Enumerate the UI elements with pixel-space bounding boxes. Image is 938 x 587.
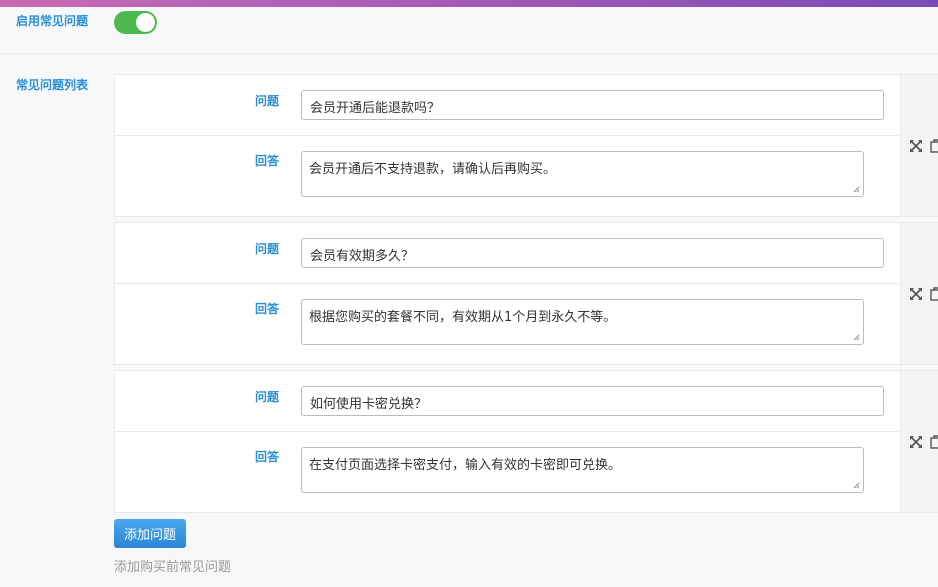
answer-label: 回答 <box>255 154 280 168</box>
faq-item: 问题 会员开通后能退款吗？ 回答 会员开通后不支持退款，请确认后再购买。 <box>114 74 938 217</box>
add-question-hint: 添加购买前常见问题 <box>114 560 232 575</box>
answer-label: 回答 <box>255 302 280 316</box>
question-input[interactable]: 如何使用卡密兑换？ <box>301 386 884 416</box>
question-input[interactable]: 会员有效期多久？ <box>301 238 884 268</box>
resize-grip-icon[interactable] <box>853 186 860 193</box>
toggle-knob <box>136 13 155 32</box>
copy-icon[interactable] <box>930 287 938 301</box>
add-question-button[interactable]: 添加问题 <box>114 519 186 548</box>
expand-icon[interactable] <box>909 435 923 449</box>
item-tools <box>900 223 938 364</box>
item-tools <box>900 371 938 512</box>
enable-faq-label: 启用常见问题 <box>16 14 89 28</box>
enable-faq-toggle[interactable] <box>114 11 157 34</box>
expand-icon[interactable] <box>909 139 923 153</box>
copy-icon[interactable] <box>930 435 938 449</box>
question-input[interactable]: 会员开通后能退款吗？ <box>301 90 884 120</box>
answer-textarea[interactable]: 在支付页面选择卡密支付，输入有效的卡密即可兑换。 <box>301 447 864 493</box>
top-gradient-bar <box>0 0 938 7</box>
item-tools <box>900 75 938 216</box>
row-divider <box>115 135 900 136</box>
answer-text: 在支付页面选择卡密支付，输入有效的卡密即可兑换。 <box>309 458 622 473</box>
faq-item: 问题 会员有效期多久？ 回答 根据您购买的套餐不同，有效期从1个月到永久不等。 <box>114 222 938 365</box>
resize-grip-icon[interactable] <box>853 482 860 489</box>
divider <box>0 53 938 54</box>
row-divider <box>115 431 900 432</box>
answer-text: 根据您购买的套餐不同，有效期从1个月到永久不等。 <box>309 310 617 325</box>
question-label: 问题 <box>255 390 280 404</box>
answer-textarea[interactable]: 会员开通后不支持退款，请确认后再购买。 <box>301 151 864 197</box>
row-divider <box>115 283 900 284</box>
copy-icon[interactable] <box>930 139 938 153</box>
faq-item: 问题 如何使用卡密兑换？ 回答 在支付页面选择卡密支付，输入有效的卡密即可兑换。 <box>114 370 938 513</box>
answer-text: 会员开通后不支持退款，请确认后再购买。 <box>309 162 557 177</box>
resize-grip-icon[interactable] <box>853 334 860 341</box>
faq-list-label: 常见问题列表 <box>16 78 89 92</box>
answer-textarea[interactable]: 根据您购买的套餐不同，有效期从1个月到永久不等。 <box>301 299 864 345</box>
answer-label: 回答 <box>255 450 280 464</box>
expand-icon[interactable] <box>909 287 923 301</box>
question-label: 问题 <box>255 242 280 256</box>
question-label: 问题 <box>255 94 280 108</box>
